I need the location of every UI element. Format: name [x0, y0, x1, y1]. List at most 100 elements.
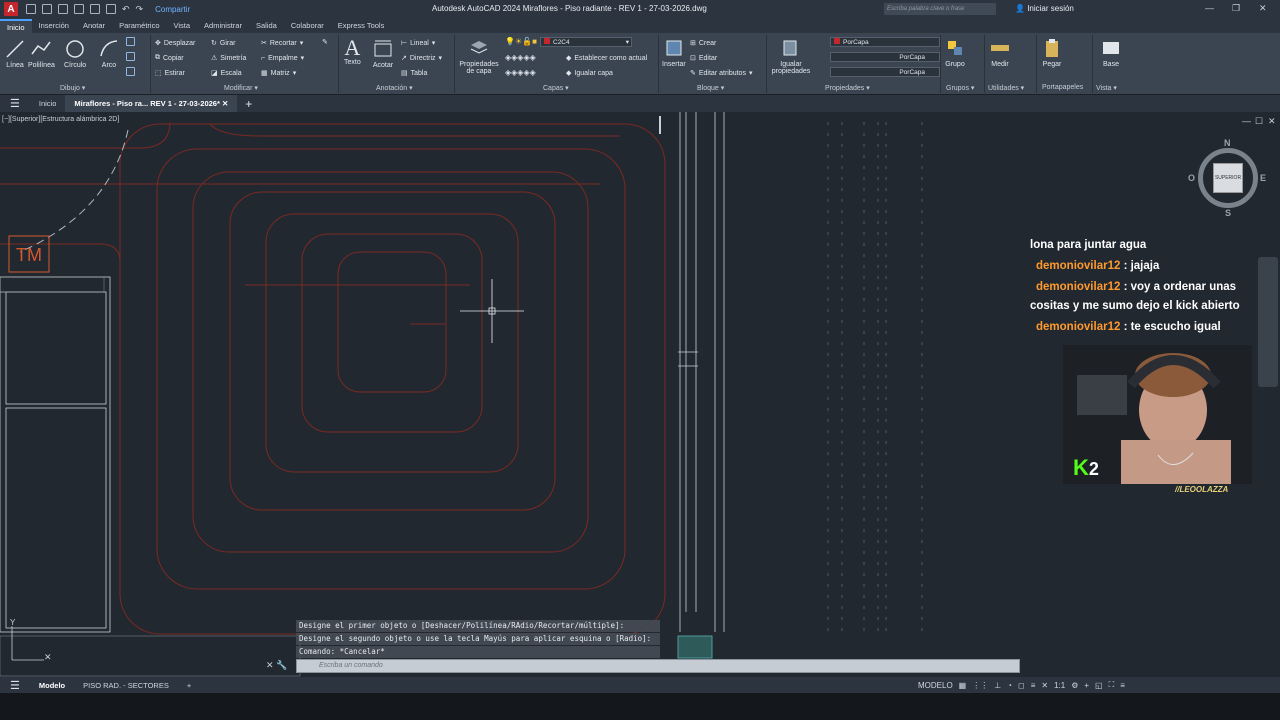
snap-icon[interactable]: ⋮⋮ [972, 681, 988, 690]
panel-title-bloque[interactable]: Bloque ▾ [697, 84, 724, 92]
layer-dropdown[interactable]: C2C4 ▾ [540, 37, 632, 47]
new-tab-icon[interactable]: + [237, 97, 260, 111]
panel-title-vista[interactable]: Vista ▾ [1096, 84, 1117, 92]
line-button[interactable]: Línea [4, 38, 26, 69]
save-as-icon[interactable] [74, 4, 84, 14]
close-tab-icon[interactable]: ✕ [222, 99, 228, 108]
undo-icon[interactable]: ↶ [122, 4, 130, 15]
share-button[interactable]: Compartir [155, 5, 190, 14]
base-view-button[interactable]: Base [1100, 37, 1122, 68]
arc-button[interactable]: Arco [98, 38, 120, 69]
match-layer-button[interactable]: ◆ Igualar capa [566, 66, 613, 80]
move-button[interactable]: ✥ Desplazar [155, 36, 195, 50]
create-block-button[interactable]: ⊞ Crear [690, 36, 716, 50]
compass-south[interactable]: S [1225, 208, 1231, 218]
plus-icon[interactable]: + [1084, 681, 1089, 690]
fillet-button[interactable]: ⌐ Empalme ▾ [261, 51, 304, 65]
tab-colaborar[interactable]: Colaborar [284, 19, 331, 33]
autocad-logo-icon[interactable]: A [4, 2, 18, 16]
leader-button[interactable]: ↗ Directriz ▾ [401, 51, 442, 65]
erase-icon[interactable]: ✎ [322, 38, 328, 46]
tab-piso-rad-sectores[interactable]: PISO RAD. - SECTORES [74, 681, 178, 690]
tab-vista[interactable]: Vista [167, 19, 198, 33]
osnap-icon[interactable]: ◻ [1018, 681, 1025, 690]
minimize-icon[interactable]: — [1205, 3, 1214, 13]
color-dropdown[interactable]: PorCapa [830, 37, 940, 47]
mirror-button[interactable]: ⚠ Simetría [211, 51, 246, 65]
grid-icon[interactable]: ▦ [959, 681, 967, 690]
trim-button[interactable]: ✂ Recortar ▾ [261, 36, 303, 50]
group-button[interactable]: Grupo [944, 37, 966, 68]
model-space-label[interactable]: MODELO [918, 681, 953, 690]
rotate-button[interactable]: ↻ Girar [211, 36, 235, 50]
doc-tab-active[interactable]: Miraflores - Piso ra... REV 1 - 27-03-20… [65, 95, 238, 112]
help-search-input[interactable]: Escriba palabra clave o frase [884, 3, 996, 15]
dimension-button[interactable]: Acotar [372, 38, 394, 69]
viewcube[interactable]: SUPERIOR N S E O [1188, 138, 1266, 218]
tab-insercion[interactable]: Inserción [32, 19, 76, 33]
tab-modelo[interactable]: Modelo [30, 681, 74, 690]
doc-tab-inicio[interactable]: Inicio [30, 95, 66, 112]
isolate-icon[interactable]: ◱ [1095, 681, 1103, 690]
fullscreen-icon[interactable]: ⛶ [1109, 680, 1115, 690]
close-icon[interactable]: ✕ [1259, 3, 1267, 14]
panel-title-propiedades[interactable]: Propiedades ▾ [825, 84, 870, 92]
stretch-button[interactable]: ⬚ Estirar [155, 66, 185, 80]
annotation-icon[interactable]: ✕ [1041, 681, 1048, 690]
panel-title-capas[interactable]: Capas ▾ [543, 84, 569, 92]
open-file-icon[interactable] [42, 4, 52, 14]
tab-administrar[interactable]: Administrar [197, 19, 249, 33]
customize-command-icon[interactable]: 🔧 [276, 660, 287, 670]
match-properties-button[interactable]: Igualar propiedades [770, 37, 812, 75]
viewport-close-icon[interactable]: ✕ [1268, 116, 1276, 127]
set-current-button[interactable]: ◆ Establecer como actual [566, 51, 647, 65]
compass-east[interactable]: E [1260, 173, 1266, 183]
plot-icon[interactable] [90, 4, 100, 14]
linetype-dropdown[interactable]: PorCapa [830, 52, 940, 62]
layer-properties-button[interactable]: Propiedades de capa [458, 37, 500, 75]
paste-button[interactable]: Pegar [1041, 37, 1063, 68]
print-icon[interactable] [106, 4, 116, 14]
layout-menu-icon[interactable]: ☰ [0, 679, 30, 692]
text-button[interactable]: A Texto [344, 37, 361, 67]
new-file-icon[interactable] [26, 4, 36, 14]
layer-tools-icons[interactable]: ◈◈◈◈◈ [505, 53, 536, 62]
gear-icon[interactable]: ⚙ [1071, 681, 1078, 690]
circle-button[interactable]: Círculo [64, 38, 86, 69]
table-button[interactable]: ▤ Tabla [401, 66, 427, 80]
linear-dim-button[interactable]: ⊢ Lineal ▾ [401, 36, 435, 50]
add-layout-icon[interactable]: + [178, 681, 200, 690]
tab-inicio[interactable]: Inicio [0, 19, 32, 33]
polyline-button[interactable]: Polilínea [28, 38, 55, 69]
redo-icon[interactable]: ↷ [136, 4, 144, 15]
layer-tools-icons-2[interactable]: ◈◈◈◈◈ [505, 68, 536, 77]
annotation-scale[interactable]: 1:1 [1054, 681, 1065, 690]
lineweight-icon[interactable]: ≡ [1031, 681, 1036, 690]
panel-title-grupos[interactable]: Grupos ▾ [946, 84, 974, 92]
compass-west[interactable]: O [1188, 173, 1195, 183]
viewcube-face-top[interactable]: SUPERIOR [1213, 163, 1243, 193]
panel-title-dibujo[interactable]: Dibujo ▾ [60, 84, 85, 92]
lineweight-dropdown[interactable]: PorCapa [830, 67, 940, 77]
scale-button[interactable]: ◪ Escala [211, 66, 242, 80]
edit-attributes-button[interactable]: ✎ Editar atributos ▾ [690, 66, 752, 80]
panel-title-anotacion[interactable]: Anotación ▾ [376, 84, 413, 92]
tab-express-tools[interactable]: Express Tools [331, 19, 392, 33]
polar-icon[interactable]: ◔ [1007, 681, 1012, 690]
insert-button[interactable]: Insertar [662, 37, 686, 68]
restore-icon[interactable]: ❐ [1232, 3, 1240, 14]
draw-extra-tools[interactable] [126, 37, 144, 81]
panel-title-portapapeles[interactable]: Portapapeles [1042, 84, 1083, 91]
tab-salida[interactable]: Salida [249, 19, 284, 33]
panel-title-modificar[interactable]: Modificar ▾ [224, 84, 258, 92]
compass-north[interactable]: N [1224, 138, 1231, 148]
login-button[interactable]: 👤 Iniciar sesión [1015, 4, 1074, 13]
close-command-icon[interactable]: ✕ [266, 660, 274, 670]
array-button[interactable]: ▦ Matriz ▾ [261, 66, 296, 80]
tab-anotar[interactable]: Anotar [76, 19, 112, 33]
viewport-minimize-icon[interactable]: — [1242, 116, 1251, 126]
command-input[interactable]: Escriba un comando [296, 659, 1020, 673]
ortho-icon[interactable]: ⊥ [994, 681, 1001, 690]
edit-block-button[interactable]: ⊡ Editar [690, 51, 717, 65]
hamburger-menu-icon[interactable]: ☰ [0, 97, 30, 110]
